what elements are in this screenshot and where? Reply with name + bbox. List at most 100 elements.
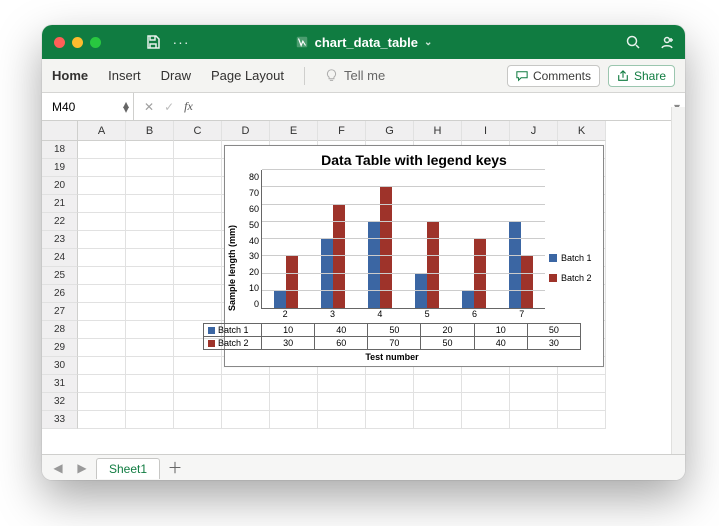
add-sheet-button[interactable]: ＋ [164,458,186,478]
close-window-button[interactable] [54,37,65,48]
cell[interactable] [174,411,222,429]
cell[interactable] [126,159,174,177]
cell[interactable] [126,393,174,411]
cell[interactable] [174,213,222,231]
row-header[interactable]: 27 [42,303,78,321]
row-header[interactable]: 26 [42,285,78,303]
cell[interactable] [222,411,270,429]
cell[interactable] [174,303,222,321]
cell[interactable] [126,375,174,393]
share-people-icon[interactable] [657,32,677,52]
cell[interactable] [78,357,126,375]
cell[interactable] [174,177,222,195]
column-header[interactable]: K [558,121,606,141]
column-header[interactable]: J [510,121,558,141]
cell[interactable] [222,375,270,393]
cell[interactable] [126,285,174,303]
cell[interactable] [366,411,414,429]
row-header[interactable]: 33 [42,411,78,429]
sheet-tab-active[interactable]: Sheet1 [96,458,160,479]
search-icon[interactable] [623,32,643,52]
cell[interactable] [78,375,126,393]
cell[interactable] [126,213,174,231]
cell[interactable] [318,393,366,411]
row-header[interactable]: 19 [42,159,78,177]
row-header[interactable]: 20 [42,177,78,195]
row-header[interactable]: 28 [42,321,78,339]
column-header[interactable]: F [318,121,366,141]
cell[interactable] [366,393,414,411]
formula-input[interactable] [203,93,669,120]
cell[interactable] [414,375,462,393]
enter-icon[interactable]: ✓ [164,100,174,114]
cell[interactable] [78,393,126,411]
row-header[interactable]: 23 [42,231,78,249]
tell-me-search[interactable]: Tell me [325,68,385,83]
column-header[interactable]: D [222,121,270,141]
vertical-scrollbar[interactable] [671,107,685,454]
cell[interactable] [174,357,222,375]
row-header[interactable]: 22 [42,213,78,231]
row-header[interactable]: 18 [42,141,78,159]
cell[interactable] [462,393,510,411]
cell[interactable] [270,375,318,393]
cell[interactable] [126,141,174,159]
tab-page-layout[interactable]: Page Layout [211,66,284,85]
cells-viewport[interactable]: Data Table with legend keys Sample lengt… [78,141,685,454]
row-header[interactable]: 25 [42,267,78,285]
cell[interactable] [366,375,414,393]
cell[interactable] [462,411,510,429]
column-header[interactable]: E [270,121,318,141]
cell[interactable] [126,411,174,429]
more-icon[interactable]: ··· [171,32,191,52]
cell[interactable] [78,267,126,285]
cell[interactable] [414,393,462,411]
cell[interactable] [510,393,558,411]
cell[interactable] [174,231,222,249]
row-header[interactable]: 24 [42,249,78,267]
cell[interactable] [126,303,174,321]
cell[interactable] [414,411,462,429]
comments-button[interactable]: Comments [507,65,600,87]
cell[interactable] [78,249,126,267]
cell[interactable] [78,411,126,429]
cell[interactable] [126,231,174,249]
cell[interactable] [318,375,366,393]
column-header[interactable]: A [78,121,126,141]
cell[interactable] [558,375,606,393]
cell[interactable] [174,267,222,285]
cell[interactable] [78,339,126,357]
fx-icon[interactable]: fx [184,99,193,114]
cell[interactable] [510,375,558,393]
cancel-icon[interactable]: ✕ [144,100,154,114]
sheet-nav-prev[interactable]: ◀ [48,461,68,475]
select-all-corner[interactable] [42,121,78,141]
column-header[interactable]: G [366,121,414,141]
share-button[interactable]: Share [608,65,675,87]
sheet-nav-next[interactable]: ▶ [72,461,92,475]
maximize-window-button[interactable] [90,37,101,48]
cell[interactable] [126,267,174,285]
row-header[interactable]: 30 [42,357,78,375]
tab-draw[interactable]: Draw [161,66,191,85]
cell[interactable] [78,231,126,249]
minimize-window-button[interactable] [72,37,83,48]
row-header[interactable]: 31 [42,375,78,393]
cell[interactable] [462,375,510,393]
cell[interactable] [126,249,174,267]
cell[interactable] [174,375,222,393]
cell[interactable] [510,411,558,429]
row-header[interactable]: 21 [42,195,78,213]
cell[interactable] [126,357,174,375]
tab-insert[interactable]: Insert [108,66,141,85]
cell[interactable] [78,177,126,195]
cell[interactable] [174,195,222,213]
cell[interactable] [174,285,222,303]
row-header[interactable]: 29 [42,339,78,357]
cell[interactable] [126,177,174,195]
cell[interactable] [78,141,126,159]
tab-home[interactable]: Home [52,66,88,85]
row-header[interactable]: 32 [42,393,78,411]
save-icon[interactable] [143,32,163,52]
cell[interactable] [126,195,174,213]
